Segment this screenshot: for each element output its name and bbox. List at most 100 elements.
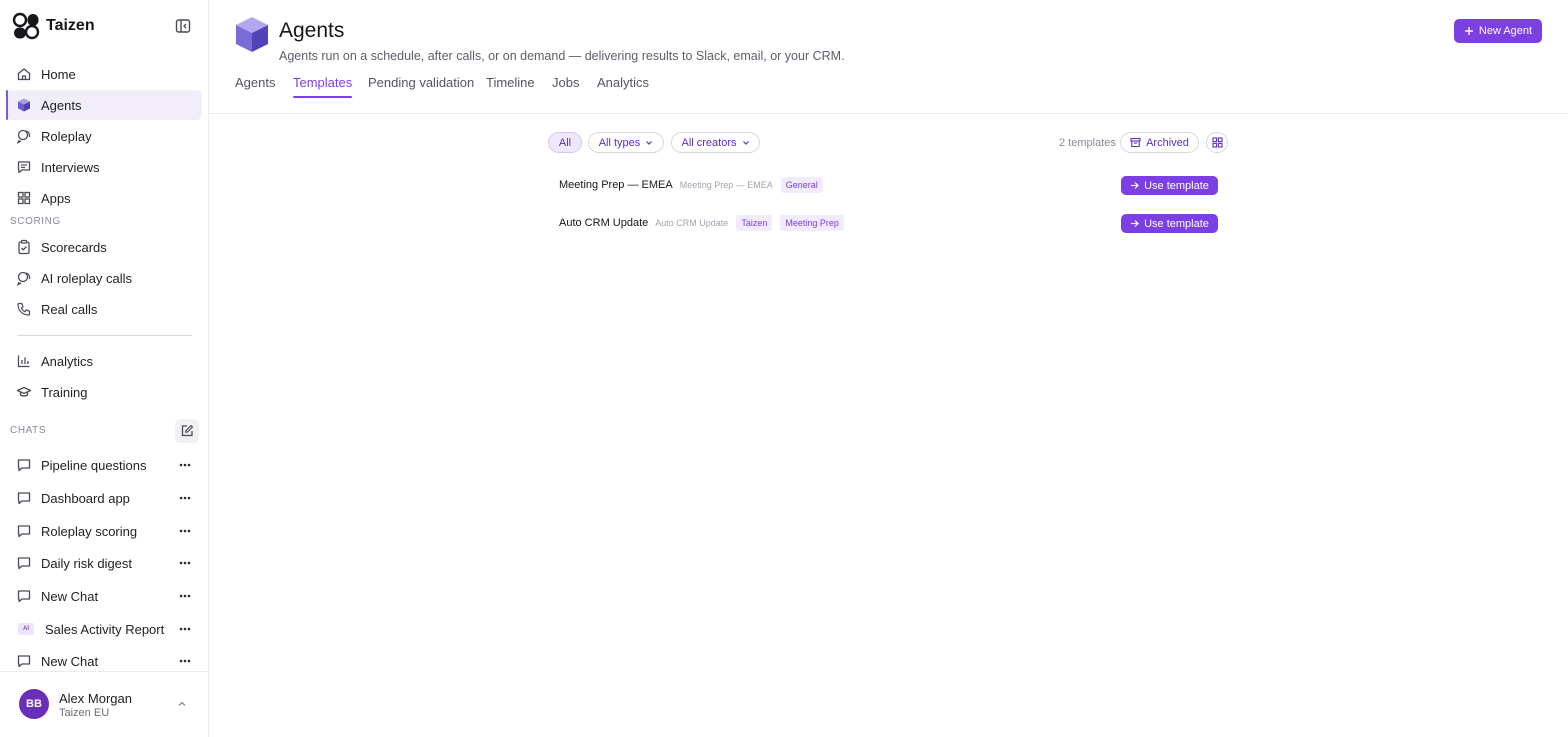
collapse-sidebar-icon[interactable] [174,17,192,35]
chat-bubble-icon [16,653,32,669]
chevron-down-icon [742,140,750,146]
chat-bubble-icon [16,490,32,506]
sidebar-item-label: Scorecards [41,239,107,255]
sidebar-divider [17,335,192,336]
sidebar-item-scorecards[interactable]: Scorecards [6,232,202,262]
new-chat-button[interactable] [175,419,199,443]
avatar: BB [19,689,49,719]
chat-item-label: New Chat [41,653,99,669]
filter-types-dropdown[interactable]: All types [588,132,664,153]
use-template-button[interactable]: Use template [1121,214,1218,233]
sidebar-item-training[interactable]: Training [6,377,202,407]
sidebar-item-label: Training [41,384,88,400]
archived-label: Archived [1146,136,1189,149]
sidebar-item-real-calls[interactable]: Real calls [6,294,202,324]
more-options-icon[interactable] [178,625,192,633]
user-org: Taizen EU [59,707,110,719]
sidebar-item-interviews[interactable]: Interviews [6,152,202,182]
taizen-logo-icon [12,12,40,40]
more-options-icon[interactable] [178,527,192,535]
tab-templates[interactable]: Templates [293,75,353,98]
brand[interactable]: Taizen [12,12,95,40]
chevron-up-icon[interactable] [177,700,187,708]
sidebar-item-apps[interactable]: Apps [6,183,202,213]
page-subtitle: Agents run on a schedule, after calls, o… [279,49,845,63]
template-name: Meeting Prep — EMEA [559,179,673,191]
sidebar-item-label: Agents [41,97,82,113]
chat-item-label: Dashboard app [41,490,130,506]
new-agent-label: New Agent [1478,25,1533,37]
chat-item[interactable]: Daily risk digest [6,548,202,578]
use-template-button[interactable]: Use template [1121,176,1218,195]
agents-cube-icon [234,15,270,53]
header-divider [209,113,1568,114]
page-title: Agents [279,19,345,42]
chat-bubble-icon [16,588,32,604]
sidebar-item-home[interactable]: Home [6,59,202,89]
archived-button[interactable]: Archived [1120,132,1199,153]
more-options-icon[interactable] [178,494,192,502]
chat-bubble-icon [16,523,32,539]
sidebar-item-label: Roleplay [41,128,92,144]
template-subtitle: Auto CRM Update [655,218,729,228]
tab-timeline[interactable]: Timeline [486,75,535,98]
arrow-right-icon [1130,181,1139,190]
chat-bubble-icon [16,457,32,473]
more-options-icon[interactable] [178,559,192,567]
arrow-right-icon [1130,219,1139,228]
sidebar: Taizen Home Agents Roleplay Interviews A… [0,0,209,737]
chats-section-label: CHATS [10,425,47,436]
sidebar-item-label: AI roleplay calls [41,270,133,286]
sidebar-item-ai-roleplay-calls[interactable]: AI roleplay calls [6,263,202,293]
new-agent-button[interactable]: New Agent [1454,19,1542,43]
sidebar-item-label: Home [41,66,76,82]
grid-view-icon [1211,137,1223,148]
filter-creators-dropdown[interactable]: All creators [671,132,760,153]
sidebar-item-label: Interviews [41,159,100,175]
scoring-section-label: SCORING [10,216,61,227]
filter-creators-label: All creators [681,136,737,149]
chat-item[interactable]: Dashboard app [6,483,202,513]
plus-icon [1464,26,1474,36]
roleplay-icon [16,128,32,144]
more-options-icon[interactable] [178,461,192,469]
template-tag: General [780,177,823,193]
phone-icon [16,301,32,317]
template-tag: Meeting Prep [780,215,844,231]
use-template-label: Use template [1144,179,1209,192]
user-menu[interactable]: BB Alex Morgan Taizen EU [0,671,208,737]
template-tag: Taizen [736,215,773,231]
filter-types-label: All types [598,136,641,149]
clipboard-check-icon [16,239,32,255]
chat-item[interactable]: Pipeline questions [6,450,202,480]
template-subtitle: Meeting Prep — EMEA [679,180,773,190]
template-row: Auto CRM Update Auto CRM Update Taizen M… [559,212,1218,234]
chat-item-label: Daily risk digest [41,555,133,571]
template-name: Auto CRM Update [559,217,649,229]
tab-agents[interactable]: Agents [235,75,275,98]
sidebar-item-label: Analytics [41,353,94,369]
user-name: Alex Morgan [59,691,132,706]
graduation-cap-icon [16,384,32,400]
ai-badge-icon: AI [18,623,34,635]
tab-pending-validation[interactable]: Pending validation [368,75,474,98]
chat-item-label: Pipeline questions [41,457,147,473]
chat-item[interactable]: New Chat [6,581,202,611]
use-template-label: Use template [1144,217,1209,230]
filter-all-button[interactable]: All [548,132,582,153]
more-options-icon[interactable] [178,592,192,600]
sidebar-item-roleplay[interactable]: Roleplay [6,121,202,151]
chat-item[interactable]: Roleplay scoring [6,516,202,546]
chat-bubble-icon [16,555,32,571]
apps-grid-icon [16,190,32,206]
sidebar-item-label: Apps [41,190,71,206]
brand-name: Taizen [46,17,95,34]
tab-jobs[interactable]: Jobs [552,75,579,98]
chat-item[interactable]: AI Sales Activity Report [6,614,202,644]
sidebar-item-agents[interactable]: Agents [6,90,202,120]
sidebar-item-analytics[interactable]: Analytics [6,346,202,376]
tab-analytics[interactable]: Analytics [597,75,649,98]
more-options-icon[interactable] [178,657,192,665]
chevron-down-icon [645,140,653,146]
grid-view-button[interactable] [1206,132,1228,153]
